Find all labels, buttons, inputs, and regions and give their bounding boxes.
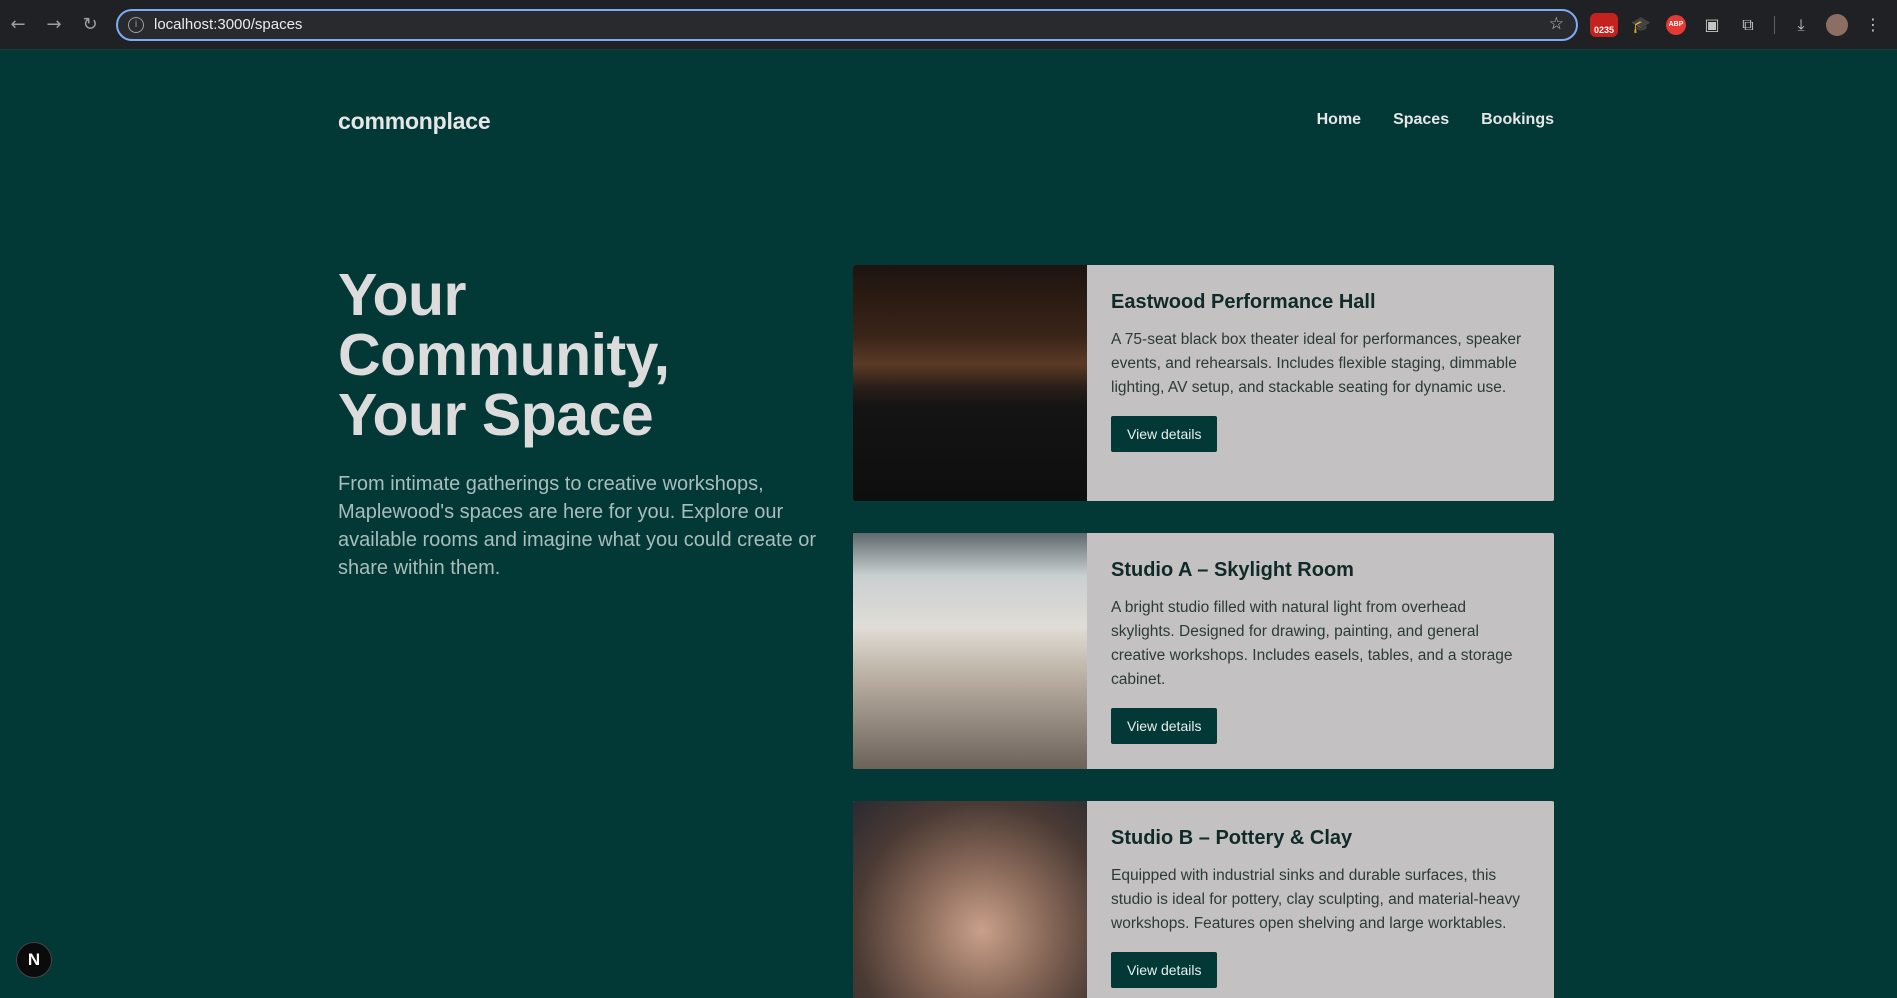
nav-bookings[interactable]: Bookings bbox=[1481, 111, 1554, 129]
hero-title-line: Your bbox=[338, 262, 467, 328]
hero-title-line: Community, bbox=[338, 322, 670, 388]
extensions-puzzle-icon[interactable]: ⧉ bbox=[1737, 13, 1759, 37]
space-card: Studio A – Skylight Room A bright studio… bbox=[853, 533, 1554, 769]
toolbar-divider bbox=[1774, 16, 1775, 34]
reload-icon[interactable]: ↻ bbox=[78, 13, 102, 37]
hero-title: Your Community, Your Space bbox=[338, 265, 818, 445]
view-details-button[interactable]: View details bbox=[1111, 416, 1218, 452]
space-title: Eastwood Performance Hall bbox=[1111, 291, 1376, 313]
space-title: Studio A – Skylight Room bbox=[1111, 559, 1354, 581]
space-title: Studio B – Pottery & Clay bbox=[1111, 827, 1353, 849]
graduation-cap-icon[interactable]: 🎓 bbox=[1630, 13, 1652, 37]
nav-spaces[interactable]: Spaces bbox=[1393, 111, 1449, 129]
address-bar[interactable]: i localhost:3000/spaces ☆ bbox=[116, 9, 1578, 41]
back-icon[interactable]: ← bbox=[6, 13, 30, 37]
hero-title-line: Your Space bbox=[338, 382, 654, 448]
nextjs-dev-badge-icon[interactable]: N bbox=[16, 942, 52, 978]
view-details-button[interactable]: View details bbox=[1111, 708, 1218, 744]
space-photo bbox=[853, 801, 1087, 998]
address-url[interactable]: localhost:3000/spaces bbox=[154, 16, 302, 33]
nav-home[interactable]: Home bbox=[1317, 111, 1361, 129]
browser-menu-icon[interactable]: ⋮ bbox=[1862, 13, 1884, 37]
site-logo[interactable]: commonplace bbox=[338, 108, 491, 135]
main-nav: Home Spaces Bookings bbox=[1317, 111, 1554, 129]
forward-icon[interactable]: → bbox=[42, 13, 66, 37]
site-header: commonplace Home Spaces Bookings bbox=[338, 108, 1554, 138]
space-card: Studio B – Pottery & Clay Equipped with … bbox=[853, 801, 1554, 998]
profile-avatar[interactable] bbox=[1826, 14, 1848, 36]
space-photo bbox=[853, 265, 1087, 501]
space-card: Eastwood Performance Hall A 75-seat blac… bbox=[853, 265, 1554, 501]
extension-badge-icon[interactable]: 0235 bbox=[1590, 13, 1618, 37]
space-description: Equipped with industrial sinks and durab… bbox=[1111, 867, 1520, 932]
space-photo bbox=[853, 533, 1087, 769]
adblock-icon[interactable]: ABP bbox=[1666, 15, 1686, 35]
view-details-button[interactable]: View details bbox=[1111, 952, 1218, 988]
space-description: A 75-seat black box theater ideal for pe… bbox=[1111, 331, 1522, 396]
hero-subtitle: From intimate gatherings to creative wor… bbox=[338, 473, 817, 579]
space-description: A bright studio filled with natural ligh… bbox=[1111, 599, 1513, 688]
download-icon[interactable]: ⤓ bbox=[1790, 13, 1812, 37]
browser-toolbar: ← → ↻ i localhost:3000/spaces ☆ 0235 🎓 A… bbox=[0, 0, 1897, 50]
reader-extension-icon[interactable]: ▣ bbox=[1701, 13, 1723, 37]
site-info-icon[interactable]: i bbox=[128, 17, 144, 33]
bookmark-star-icon[interactable]: ☆ bbox=[1549, 14, 1564, 34]
